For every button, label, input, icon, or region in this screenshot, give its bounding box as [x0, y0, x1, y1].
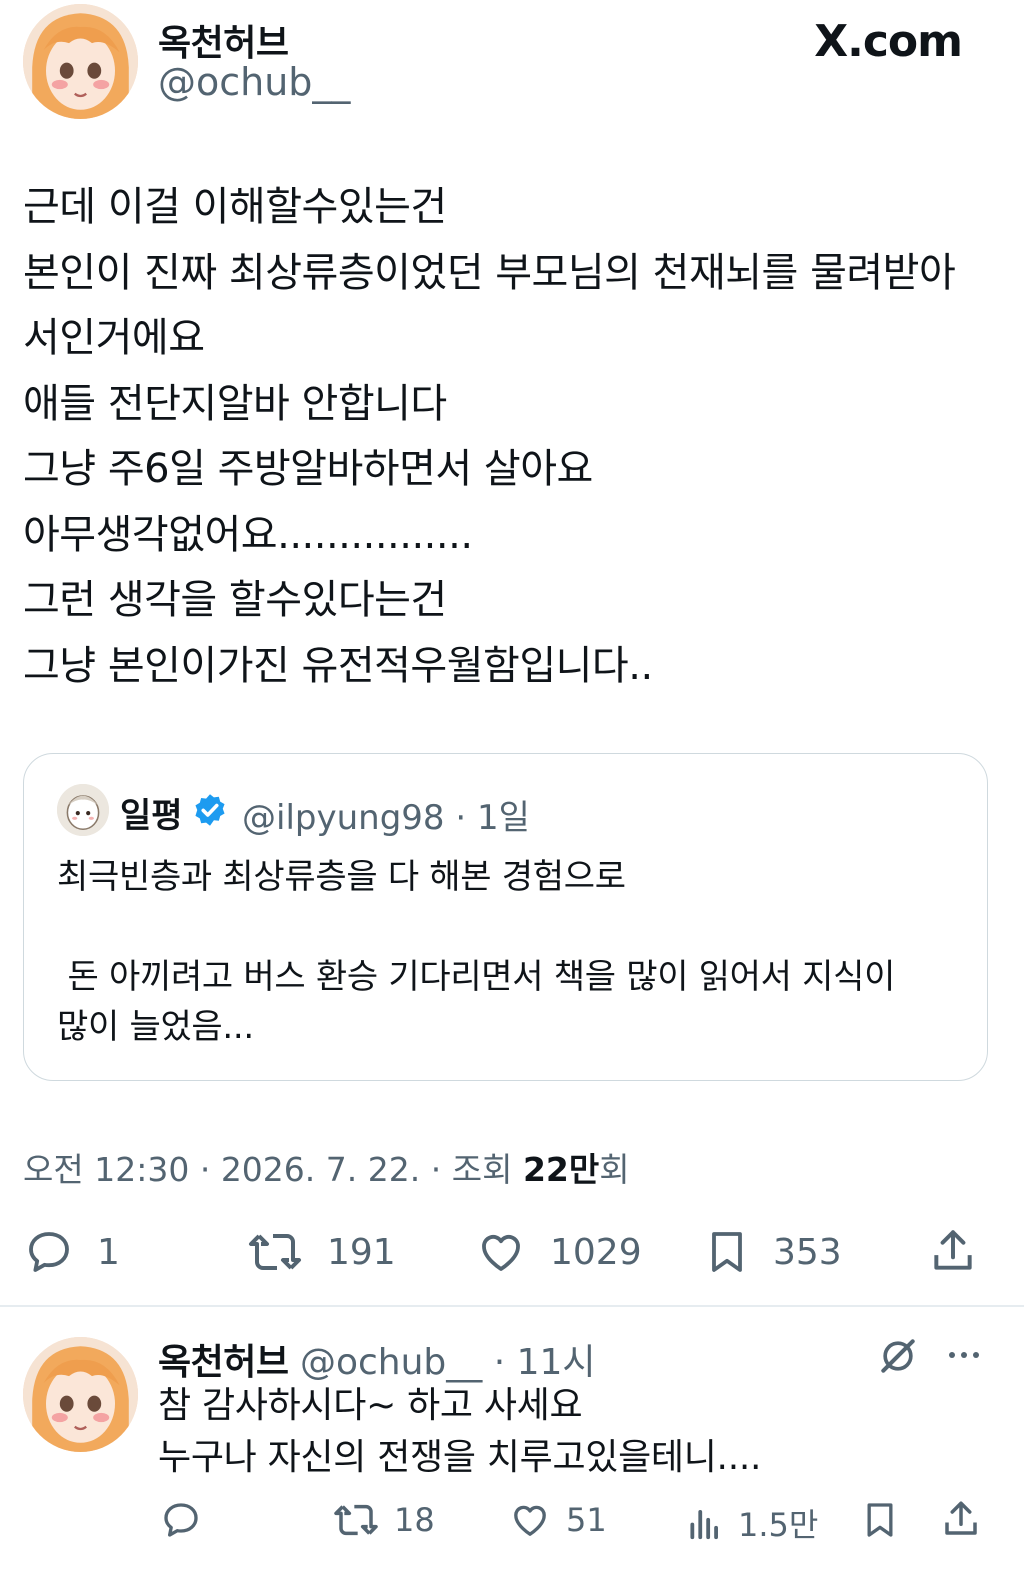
repost-count: 191 — [327, 1231, 396, 1273]
quoted-line: 많이 늘었음... — [57, 1007, 254, 1047]
tweet-text: 근데 이걸 이해할수있는건 본인이 진짜 최상류층이었던 부모님의 천재뇌를 물… — [23, 175, 1003, 699]
like-count: 1029 — [550, 1231, 642, 1273]
reply-text: 참 감사하시다~ 하고 사세요 누구나 자신의 전쟁을 치루고있을테니.... — [158, 1380, 761, 1484]
more-options-icon[interactable] — [944, 1340, 984, 1370]
tweet-line: 애들 전단지알바 안합니다 — [23, 380, 447, 427]
meta-separator: · — [430, 1150, 442, 1189]
reply-share-button[interactable] — [940, 1498, 982, 1540]
divider — [0, 1305, 1024, 1307]
reply-like-count: 51 — [566, 1501, 607, 1539]
reply-views-button[interactable]: 1.5만 — [686, 1500, 818, 1546]
repost-icon — [334, 1504, 378, 1536]
bookmark-icon — [867, 1503, 893, 1537]
quoted-author-avatar[interactable] — [57, 784, 109, 836]
like-button[interactable]: 1029 — [474, 1228, 642, 1276]
quoted-meta: @ilpyung98 · 1일 — [242, 790, 530, 839]
tweet-date[interactable]: 2026. 7. 22. — [221, 1150, 420, 1189]
quoted-time[interactable]: 1일 — [477, 798, 530, 838]
quoted-handle[interactable]: @ilpyung98 — [242, 798, 445, 838]
quoted-tweet-text: 최극빈층과 최상류층을 다 해본 경험으로 돈 아끼려고 버스 환승 기다리면서… — [57, 852, 977, 1052]
quoted-line: 돈 아끼려고 버스 환승 기다리면서 책을 많이 읽어서 지식이 — [57, 957, 896, 997]
avatar-illustration — [23, 4, 138, 119]
verified-badge-icon — [195, 794, 225, 826]
quoted-author-name[interactable]: 일평 — [120, 788, 183, 837]
avatar-illustration — [23, 1337, 138, 1452]
bookmark-count: 353 — [773, 1231, 842, 1273]
quoted-line — [57, 902, 977, 952]
reply-author-name[interactable]: 옥천허브 — [158, 1342, 289, 1383]
tweet-line: 본인이 진짜 최상류층이었던 부모님의 천재뇌를 물려받아 — [23, 249, 956, 296]
share-icon — [934, 1230, 972, 1270]
repost-icon — [249, 1234, 301, 1270]
meta-separator: · — [455, 798, 467, 838]
reply-bookmark-button[interactable] — [860, 1500, 900, 1540]
avatar-illustration — [57, 784, 109, 836]
quoted-tweet-card[interactable]: 일평 @ilpyung98 · 1일 최극빈층과 최상류층을 다 해본 경험으로… — [23, 753, 988, 1081]
reply-button[interactable]: 1 — [23, 1228, 120, 1276]
views-label: 조회 — [451, 1150, 513, 1189]
author-handle[interactable]: @ochub__ — [158, 60, 350, 104]
tweet-line: 그런 생각을 할수있다는건 — [23, 577, 447, 623]
reply-meta: @ochub__ · 11시 — [300, 1342, 596, 1383]
reply-like-button[interactable]: 51 — [508, 1500, 607, 1540]
tweet-line: 그냥 본인이가진 유전적우월함입니다.. — [23, 642, 653, 689]
reply-author-avatar[interactable] — [23, 1337, 138, 1452]
bookmark-icon — [712, 1232, 742, 1272]
reply-line: 참 감사하시다~ 하고 사세요 — [158, 1385, 583, 1426]
reply-time[interactable]: 11시 — [517, 1342, 596, 1383]
views-chart-icon — [690, 1510, 718, 1540]
tweet-line: 서인거에요 — [23, 315, 205, 361]
reply-icon — [164, 1503, 198, 1537]
reply-repost-button[interactable]: 18 — [332, 1500, 435, 1540]
meta-separator: · — [493, 1342, 506, 1383]
reply-icon — [29, 1232, 69, 1272]
tweet-line: 그냥 주6일 주방알바하면서 살아요 — [23, 446, 593, 492]
heart-icon — [514, 1505, 546, 1536]
x-logo: X.com — [814, 16, 963, 67]
views-suffix: 회 — [599, 1150, 630, 1189]
share-button[interactable] — [928, 1226, 978, 1276]
author-display-name[interactable]: 옥천허브 — [158, 14, 289, 66]
author-avatar[interactable] — [23, 4, 138, 119]
quoted-line: 최극빈층과 최상류층을 다 해본 경험으로 — [57, 857, 626, 897]
meta-separator: · — [199, 1150, 211, 1189]
reply-count: 1 — [97, 1231, 120, 1273]
reply-reply-button[interactable] — [160, 1500, 202, 1540]
reply-views-count: 1.5만 — [738, 1506, 819, 1544]
reply-line: 누구나 자신의 전쟁을 치루고있을테니.... — [158, 1437, 762, 1478]
share-icon — [945, 1501, 977, 1535]
repost-button[interactable]: 191 — [245, 1228, 396, 1276]
reply-handle[interactable]: @ochub__ — [300, 1342, 482, 1383]
tweet-time[interactable]: 오전 12:30 — [23, 1150, 189, 1189]
views-count: 22만 — [522, 1150, 600, 1189]
grok-icon[interactable] — [876, 1334, 920, 1378]
tweet-meta: 오전 12:30 · 2026. 7. 22. · 조회 22만회 — [23, 1143, 630, 1191]
reply-repost-count: 18 — [394, 1501, 435, 1539]
bookmark-button[interactable]: 353 — [703, 1228, 842, 1276]
tweet-line: 근데 이걸 이해할수있는건 — [23, 184, 447, 230]
reply-header: 옥천허브 @ochub__ · 11시 — [158, 1333, 596, 1385]
tweet-line: 아무생각없어요................ — [23, 511, 473, 558]
heart-icon — [482, 1234, 520, 1271]
